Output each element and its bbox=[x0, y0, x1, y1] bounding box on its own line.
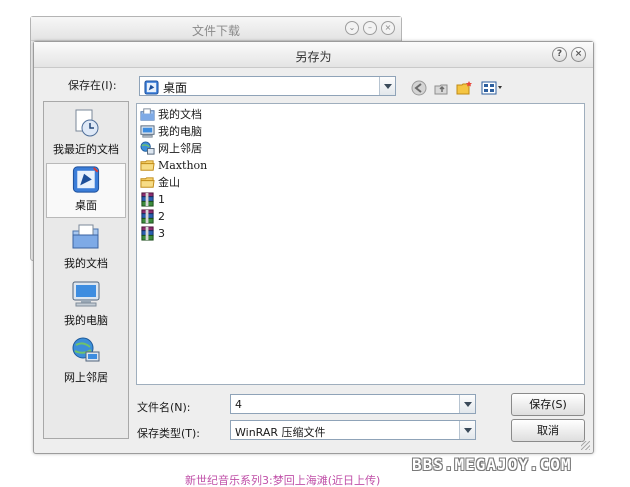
minimize-icon[interactable]: – bbox=[363, 21, 377, 35]
network-places-icon bbox=[72, 337, 100, 362]
filetype-combo[interactable]: WinRAR 压缩文件 bbox=[230, 420, 476, 440]
cancel-button[interactable]: 取消 bbox=[511, 419, 585, 442]
list-item[interactable]: 我的文档 bbox=[140, 106, 202, 122]
place-my-computer[interactable]: 我的电脑 bbox=[46, 277, 126, 332]
place-recent-documents[interactable]: 我最近的文档 bbox=[46, 106, 126, 161]
up-folder-icon[interactable] bbox=[432, 79, 450, 97]
save-in-label: 保存在(I): bbox=[68, 79, 117, 92]
place-my-documents[interactable]: 我的文档 bbox=[46, 220, 126, 275]
file-name: 网上邻居 bbox=[158, 142, 202, 155]
my-documents-icon bbox=[72, 224, 99, 249]
file-download-titlebar: 文件下载 ⌄ – × bbox=[31, 17, 401, 41]
filetype-label: 保存类型(T): bbox=[137, 427, 201, 440]
place-label: 我最近的文档 bbox=[53, 143, 119, 156]
dialog-title: 另存为 bbox=[295, 50, 332, 64]
folder-icon bbox=[140, 159, 155, 171]
file-name: 2 bbox=[158, 209, 165, 223]
file-name: 3 bbox=[158, 226, 165, 240]
close-icon[interactable]: × bbox=[571, 47, 586, 62]
save-in-combo[interactable]: 桌面 bbox=[139, 76, 396, 96]
view-menu-icon[interactable] bbox=[480, 79, 506, 97]
place-label: 网上邻居 bbox=[64, 371, 108, 384]
list-item[interactable]: 3 bbox=[140, 225, 165, 241]
my-documents-icon bbox=[140, 107, 155, 121]
place-desktop[interactable]: 桌面 bbox=[46, 163, 126, 218]
place-network-places[interactable]: 网上邻居 bbox=[46, 334, 126, 389]
help-icon[interactable]: ? bbox=[552, 47, 567, 62]
desktop-icon bbox=[72, 166, 100, 193]
file-name: 我的电脑 bbox=[158, 125, 202, 138]
places-bar: 我最近的文档 桌面 我的文档 我的电脑 网上邻居 bbox=[43, 101, 129, 439]
watermark: BBS.MEGAJOY.COM bbox=[412, 455, 572, 474]
network-places-icon bbox=[140, 140, 155, 155]
back-icon[interactable] bbox=[410, 79, 428, 97]
resize-grip[interactable] bbox=[581, 441, 590, 450]
filetype-dropdown-arrow[interactable] bbox=[459, 421, 475, 439]
file-name: Maxthon bbox=[158, 158, 208, 172]
desktop-icon bbox=[144, 80, 159, 95]
filename-dropdown-arrow[interactable] bbox=[459, 395, 475, 413]
save-as-titlebar: 另存为 ? × bbox=[34, 42, 593, 68]
save-in-dropdown-arrow[interactable] bbox=[379, 77, 395, 95]
list-item[interactable]: 2 bbox=[140, 208, 165, 224]
place-label: 我的文档 bbox=[64, 257, 108, 270]
my-computer-icon bbox=[140, 124, 155, 138]
chevron-down-icon[interactable]: ⌄ bbox=[345, 21, 359, 35]
list-item[interactable]: 网上邻居 bbox=[140, 140, 202, 156]
close-icon[interactable]: × bbox=[381, 21, 395, 35]
save-button[interactable]: 保存(S) bbox=[511, 393, 585, 416]
place-label: 桌面 bbox=[75, 199, 97, 212]
recent-documents-icon bbox=[75, 109, 99, 137]
list-item[interactable]: Maxthon bbox=[140, 157, 207, 173]
filetype-value: WinRAR 压缩文件 bbox=[235, 426, 326, 439]
place-label: 我的电脑 bbox=[64, 314, 108, 327]
filename-value: 4 bbox=[235, 398, 242, 411]
filename-combo[interactable]: 4 bbox=[230, 394, 476, 414]
file-name: 我的文档 bbox=[158, 108, 202, 121]
my-computer-icon bbox=[72, 281, 100, 307]
image-caption: 新世纪音乐系列3:梦回上海滩(近日上传) bbox=[185, 474, 381, 487]
winrar-archive-icon bbox=[141, 225, 154, 241]
winrar-archive-icon bbox=[141, 191, 154, 207]
file-name: 金山 bbox=[158, 176, 180, 189]
filename-label: 文件名(N): bbox=[137, 401, 191, 414]
folder-icon bbox=[140, 176, 155, 188]
new-folder-icon[interactable] bbox=[455, 79, 473, 97]
list-item[interactable]: 我的电脑 bbox=[140, 123, 202, 139]
file-list[interactable]: 我的文档 我的电脑 网上邻居 Maxthon 金山 1 2 3 bbox=[136, 103, 585, 385]
list-item[interactable]: 1 bbox=[140, 191, 165, 207]
list-item[interactable]: 金山 bbox=[140, 174, 180, 190]
file-name: 1 bbox=[158, 192, 165, 206]
save-as-dialog: 另存为 ? × 保存在(I): 桌面 我最近的文档 桌面 我的文档 我的电脑 网… bbox=[33, 41, 594, 454]
save-in-value: 桌面 bbox=[163, 81, 188, 95]
winrar-archive-icon bbox=[141, 208, 154, 224]
